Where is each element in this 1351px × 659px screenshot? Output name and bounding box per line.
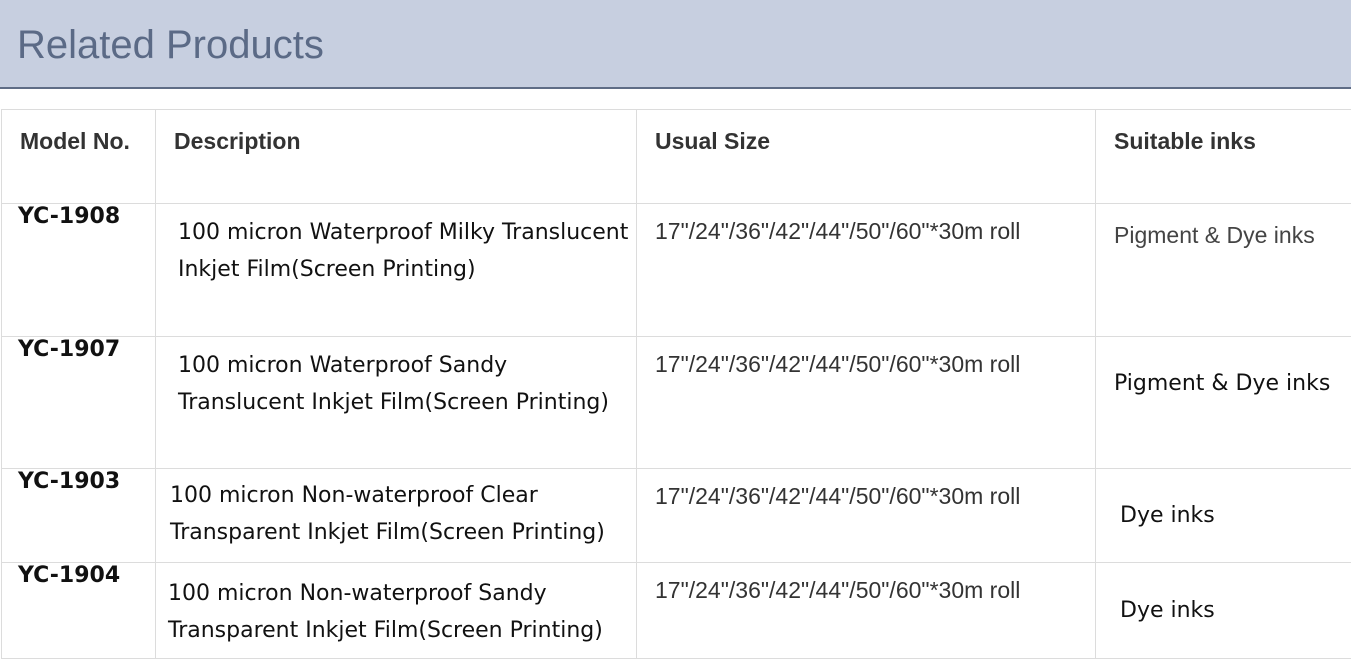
products-table: Model No. Description Usual Size Suitabl… (1, 109, 1351, 659)
cell-size: 17"/24"/36"/42"/44"/50"/60"*30m roll (637, 337, 1096, 469)
cell-model: YC-1907 (2, 337, 156, 469)
table-row: YC-1908 100 micron Waterproof Milky Tran… (2, 204, 1351, 337)
cell-model: YC-1903 (2, 469, 156, 563)
table-row: YC-1903 100 micron Non-waterproof Clear … (2, 469, 1351, 563)
column-header-description: Description (156, 110, 637, 204)
cell-size: 17"/24"/36"/42"/44"/50"/60"*30m roll (637, 204, 1096, 337)
cell-description: 100 micron Non-waterproof Clear Transpar… (156, 469, 637, 563)
column-header-inks: Suitable inks (1096, 110, 1351, 204)
table-row: YC-1904 100 micron Non-waterproof Sandy … (2, 563, 1351, 659)
cell-inks: Dye inks (1096, 563, 1351, 659)
cell-model: YC-1908 (2, 204, 156, 337)
cell-size: 17"/24"/36"/42"/44"/50"/60"*30m roll (637, 469, 1096, 563)
cell-size: 17"/24"/36"/42"/44"/50"/60"*30m roll (637, 563, 1096, 659)
cell-inks: Pigment & Dye inks (1096, 337, 1351, 469)
table-header-row: Model No. Description Usual Size Suitabl… (2, 110, 1351, 204)
table-row: YC-1907 100 micron Waterproof Sandy Tran… (2, 337, 1351, 469)
column-header-size: Usual Size (637, 110, 1096, 204)
cell-description: 100 micron Waterproof Sandy Translucent … (156, 337, 637, 469)
section-title: Related Products (17, 23, 324, 67)
cell-inks: Pigment & Dye inks (1096, 204, 1351, 337)
cell-inks: Dye inks (1096, 469, 1351, 563)
cell-model: YC-1904 (2, 563, 156, 659)
cell-description: 100 micron Waterproof Milky Translucent … (156, 204, 637, 337)
cell-description: 100 micron Non-waterproof Sandy Transpar… (156, 563, 637, 659)
section-header: Related Products (0, 0, 1351, 89)
column-header-model: Model No. (2, 110, 156, 204)
